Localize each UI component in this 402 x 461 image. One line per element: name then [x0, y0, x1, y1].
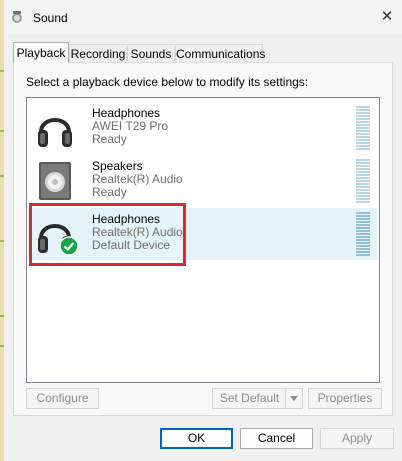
close-icon: ✕	[380, 8, 394, 25]
button-label: Set Default	[219, 391, 280, 405]
properties-button[interactable]: Properties	[308, 388, 382, 409]
configure-button[interactable]: Configure	[26, 388, 99, 409]
device-status: Ready	[92, 132, 127, 146]
tab-label: Recording	[70, 47, 126, 61]
tab-sounds[interactable]: Sounds	[127, 44, 175, 62]
tab-recording[interactable]: Recording	[69, 44, 127, 62]
sound-dialog: Sound ✕ Playback Recording Sounds Commun…	[4, 0, 402, 461]
device-name: Headphones	[92, 106, 161, 120]
speaker-icon	[39, 162, 71, 200]
tab-label: Communications	[176, 47, 266, 61]
device-description: AWEI T29 Pro	[92, 119, 169, 133]
chevron-down-icon[interactable]	[285, 389, 302, 408]
button-label: Cancel	[257, 431, 296, 445]
ok-button[interactable]: OK	[160, 428, 233, 449]
tab-communications[interactable]: Communications	[175, 44, 266, 62]
device-item-headphones-awei[interactable]: Headphones AWEI T29 Pro Ready	[28, 102, 378, 154]
button-label: OK	[187, 431, 206, 445]
volume-level-meter	[356, 159, 370, 203]
button-label: Apply	[341, 431, 373, 445]
instruction-text: Select a playback device below to modify…	[26, 75, 309, 89]
apply-button[interactable]: Apply	[320, 428, 394, 449]
set-default-button[interactable]: Set Default	[212, 388, 303, 409]
tab-label: Playback	[16, 46, 66, 60]
speaker-app-icon	[12, 11, 22, 23]
button-label: Properties	[317, 391, 373, 405]
device-status: Ready	[92, 185, 127, 199]
volume-level-meter	[356, 106, 370, 150]
cancel-button[interactable]: Cancel	[240, 428, 313, 449]
device-item-speakers[interactable]: Speakers Realtek(R) Audio Ready	[28, 155, 378, 207]
volume-level-meter	[356, 212, 370, 256]
close-button[interactable]: ✕	[372, 0, 402, 34]
headphones-icon	[38, 118, 72, 147]
tab-playback[interactable]: Playback	[13, 42, 69, 63]
device-description: Realtek(R) Audio	[92, 172, 183, 186]
tab-label: Sounds	[130, 47, 172, 61]
device-name: Speakers	[92, 159, 143, 173]
button-label: Configure	[36, 391, 89, 405]
window-title: Sound	[33, 11, 68, 25]
highlight-annotation-box	[29, 203, 186, 266]
title-bar[interactable]: Sound ✕	[4, 0, 402, 34]
